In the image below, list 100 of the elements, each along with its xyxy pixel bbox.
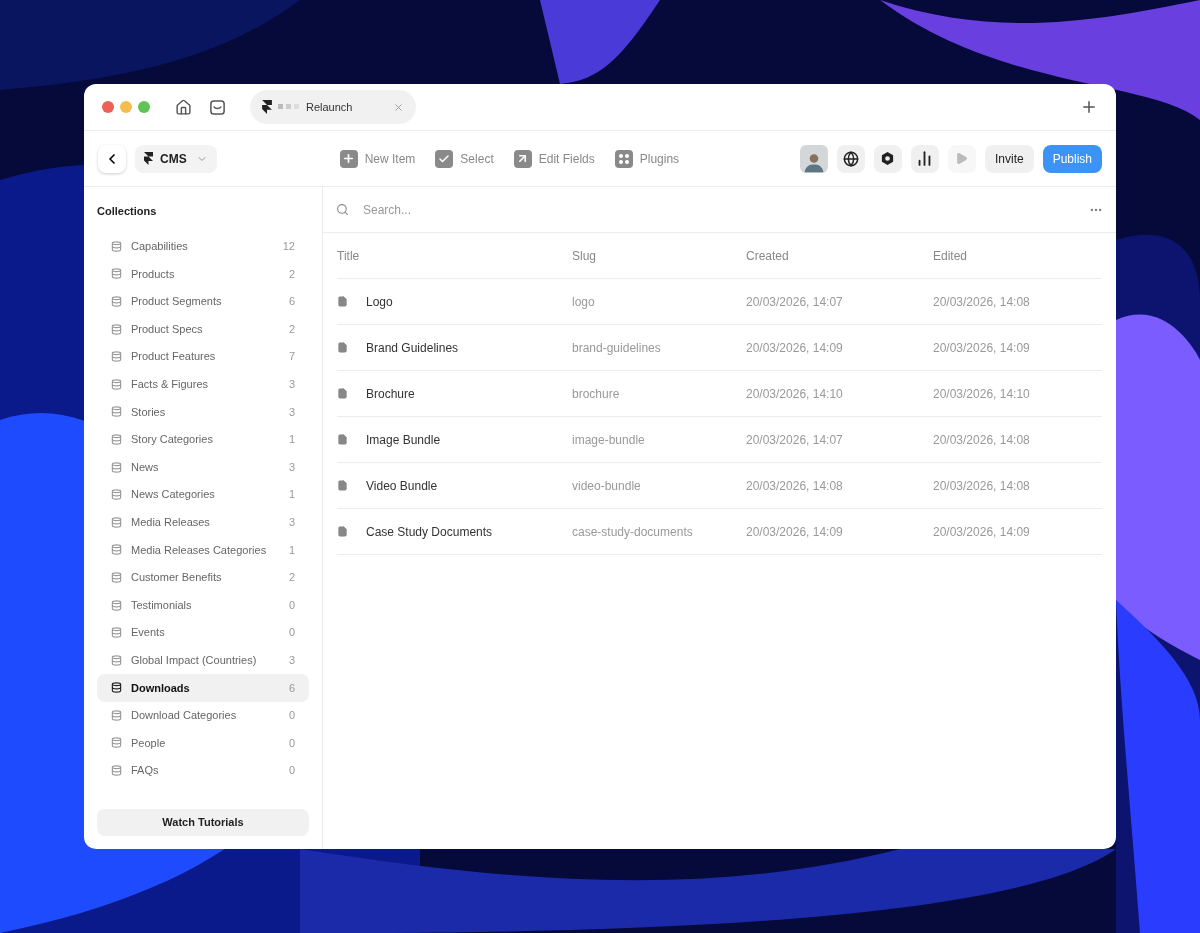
database-icon	[111, 709, 122, 721]
chart-button[interactable]	[910, 144, 939, 173]
table-cell-text: Brochure	[366, 385, 415, 403]
database-icon	[111, 682, 122, 694]
table-cell-text: 20/03/2026, 14:08	[746, 477, 844, 495]
sidebar-item[interactable]: Product Specs 2	[97, 315, 309, 343]
item-count: 2	[288, 321, 295, 337]
tray-icon[interactable]	[209, 98, 226, 116]
home-icon[interactable]	[175, 98, 192, 116]
table-cell-text: Logo	[366, 293, 393, 311]
sidebar-item[interactable]: FAQs 0	[97, 756, 309, 785]
back-button[interactable]	[98, 144, 126, 173]
sidebar-item[interactable]: Download Categories 0	[97, 701, 309, 730]
sidebar-item[interactable]: Product Features 7	[97, 342, 309, 371]
check-icon	[435, 149, 454, 168]
table-cell-text: 20/03/2026, 14:08	[933, 431, 1031, 449]
database-icon	[111, 489, 122, 501]
table-cell-text: 20/03/2026, 14:07	[746, 293, 844, 311]
item-count: 7	[288, 349, 295, 365]
table-cell-text: case-study-documents	[572, 523, 694, 541]
file-icon	[337, 434, 348, 445]
item-count: 0	[288, 735, 295, 751]
sidebar-item[interactable]: Facts & Figures 3	[97, 370, 309, 399]
item-count: 2	[288, 570, 295, 586]
table-cell-text: image-bundle	[572, 431, 646, 449]
blurred-text-icon	[278, 104, 300, 110]
database-icon	[111, 737, 122, 749]
globe-button[interactable]	[836, 144, 865, 173]
sidebar-item[interactable]: Media Releases Categories 1	[97, 536, 309, 564]
tutorials-button[interactable]: Watch Tutorials	[97, 809, 309, 836]
item-count: 12	[282, 239, 295, 255]
database-icon	[111, 296, 122, 307]
sidebar-item[interactable]: Events 0	[97, 618, 309, 647]
project-dropdown[interactable]: CMS	[135, 144, 217, 173]
table-cell-text: video-bundle	[572, 477, 642, 495]
item-count: 1	[288, 542, 295, 558]
table-cell-text: 20/03/2026, 14:09	[933, 339, 1031, 357]
file-icon	[337, 388, 348, 399]
item-count: 0	[288, 597, 295, 613]
sidebar-item[interactable]: Media Releases 3	[97, 508, 309, 537]
item-count: 0	[288, 625, 295, 641]
avatar-button[interactable]	[799, 144, 828, 173]
database-icon	[111, 406, 122, 418]
file-icon	[337, 526, 348, 537]
new-tab-icon[interactable]	[1080, 98, 1098, 116]
database-icon	[111, 765, 122, 777]
database-icon	[111, 240, 122, 252]
hexagon-button[interactable]	[873, 144, 902, 173]
table-cell-text: 20/03/2026, 14:09	[746, 523, 844, 541]
table-cell-text: logo	[572, 293, 596, 311]
sidebar-item[interactable]: Products 2	[97, 260, 309, 288]
item-count: 2	[288, 266, 295, 282]
item-count: 3	[288, 459, 295, 475]
item-count: 1	[288, 432, 295, 448]
sidebar-item[interactable]: People 0	[97, 729, 309, 757]
sidebar-item[interactable]: Downloads 6	[97, 674, 309, 702]
database-icon	[111, 378, 122, 390]
database-icon	[111, 571, 122, 583]
column-header: Slug	[572, 247, 598, 265]
column-header: Title	[337, 247, 361, 265]
sidebar-item[interactable]: Global Impact (Countries) 3	[97, 646, 309, 674]
invite-button[interactable]: Invite	[984, 144, 1034, 173]
sidebar-item[interactable]: News Categories 1	[97, 480, 309, 509]
table-cell-text: 20/03/2026, 14:08	[933, 293, 1031, 311]
column-header: Created	[746, 247, 790, 265]
tab-title: Relaunch	[306, 99, 354, 115]
sidebar-item[interactable]: Customer Benefits 2	[97, 563, 309, 592]
database-icon	[111, 599, 122, 611]
database-icon	[111, 461, 122, 473]
item-count: 0	[288, 763, 295, 779]
toolbar-button[interactable]: Select	[435, 149, 494, 168]
database-icon	[111, 516, 122, 528]
play-icon	[955, 152, 969, 165]
sidebar-title: Collections	[97, 204, 158, 219]
logo-icon	[144, 152, 153, 165]
database-icon	[111, 627, 122, 639]
search-field[interactable]: Search...	[363, 200, 1089, 219]
database-icon	[111, 544, 122, 556]
item-count: 6	[288, 294, 295, 310]
sidebar-item[interactable]: News 3	[97, 453, 309, 481]
hexagon-icon	[880, 151, 896, 166]
file-icon	[337, 296, 348, 307]
plus-icon	[339, 149, 358, 168]
toolbar-button[interactable]: Plugins	[614, 149, 680, 168]
sidebar-item[interactable]: Stories 3	[97, 398, 309, 426]
sidebar-item[interactable]: Testimonials 0	[97, 591, 309, 619]
item-count: 3	[288, 404, 295, 420]
search-icon	[336, 203, 349, 216]
publish-button[interactable]: Publish	[1042, 144, 1102, 173]
toolbar-button[interactable]: New Item	[339, 149, 416, 168]
toolbar-button[interactable]: Edit Fields	[513, 149, 595, 168]
table-cell-text: 20/03/2026, 14:08	[933, 477, 1031, 495]
file-icon	[337, 480, 348, 491]
browser-tab[interactable]: Relaunch	[250, 90, 416, 124]
sidebar-item[interactable]: Capabilities 12	[97, 232, 309, 261]
table-cell-text: Brand Guidelines	[366, 339, 459, 357]
sidebar-item[interactable]: Product Segments 6	[97, 287, 309, 316]
table-cell-text: 20/03/2026, 14:10	[746, 385, 844, 403]
database-icon	[111, 323, 122, 335]
sidebar-item[interactable]: Story Categories 1	[97, 425, 309, 454]
